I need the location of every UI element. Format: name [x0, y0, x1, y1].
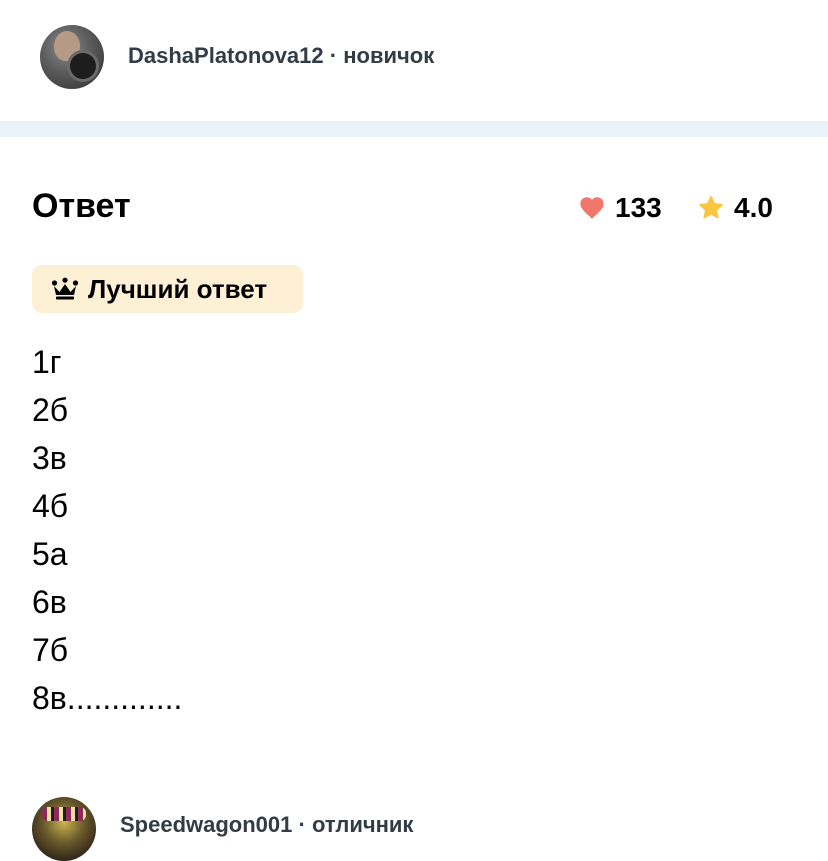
- rating-value: 4.0: [734, 192, 773, 223]
- best-answer-badge: Лучший ответ: [32, 265, 303, 313]
- answer-line: 8в.............: [32, 680, 183, 716]
- answer-heading: Ответ: [32, 187, 131, 225]
- author-avatar[interactable]: [40, 25, 104, 89]
- star-icon: [699, 195, 723, 219]
- next-author-info: Speedwagon001 · отличник: [120, 812, 413, 838]
- next-author-rank: отличник: [311, 812, 414, 837]
- crown-icon: [51, 277, 79, 300]
- author-info: DashaPlatonova12 · новичок: [128, 43, 434, 69]
- best-answer-label: Лучший ответ: [88, 273, 268, 304]
- likes-count: 133: [615, 192, 662, 223]
- author-username[interactable]: DashaPlatonova12: [128, 43, 324, 68]
- answer-line: 5а: [32, 536, 68, 572]
- answer-content: 1г 2б 3в 4б 5а 6в 7б 8в.............: [32, 338, 182, 722]
- likes-counter[interactable]: 133: [578, 190, 662, 226]
- section-divider: [0, 121, 828, 137]
- next-author-separator: ·: [298, 812, 306, 837]
- author-separator: ·: [329, 43, 338, 68]
- next-author-avatar[interactable]: [32, 797, 96, 861]
- next-author-username[interactable]: Speedwagon001: [120, 812, 292, 837]
- answer-line: 2б: [32, 392, 69, 428]
- answer-author-header: DashaPlatonova12 · новичок: [0, 0, 828, 121]
- rating-display[interactable]: 4.0: [697, 190, 773, 226]
- author-rank: новичок: [343, 43, 435, 68]
- answer-line: 1г: [32, 344, 62, 380]
- answer-line: 6в: [32, 584, 67, 620]
- answer-line: 3в: [32, 440, 67, 476]
- answer-line: 7б: [32, 632, 69, 668]
- answer-line: 4б: [32, 488, 69, 524]
- heart-icon: [580, 197, 604, 219]
